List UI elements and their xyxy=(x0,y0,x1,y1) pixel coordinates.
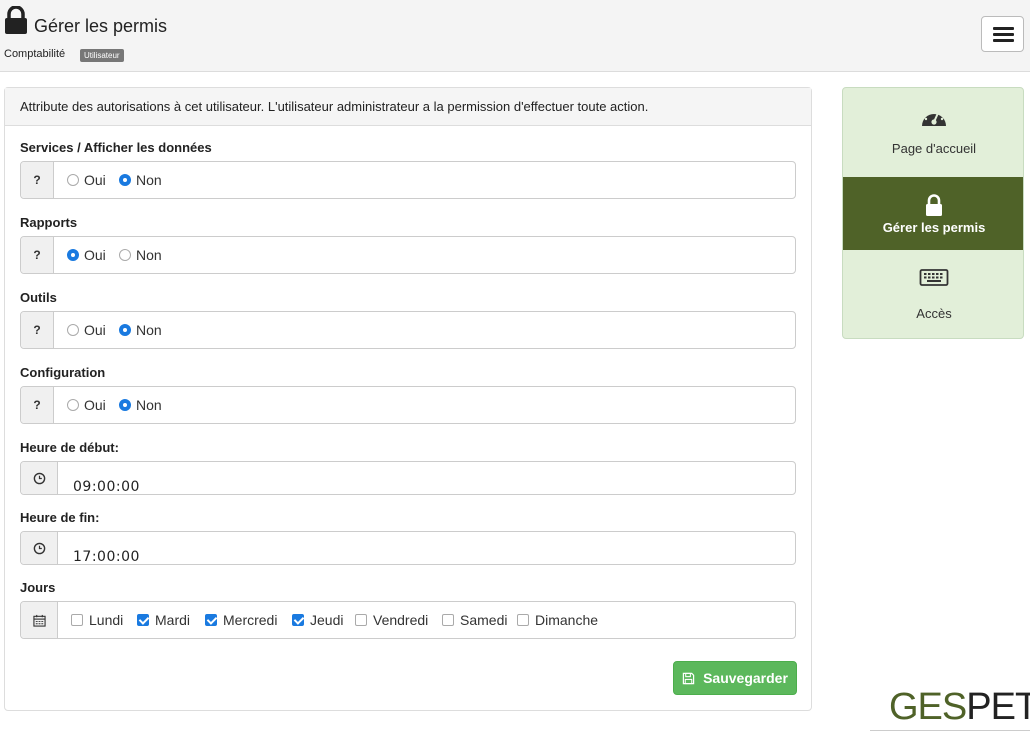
sidebar-item-label: Accès xyxy=(916,306,952,321)
help-icon[interactable]: ? xyxy=(21,237,54,273)
day-label: Dimanche xyxy=(535,612,599,628)
permission-label-outils: Outils xyxy=(20,290,57,305)
page-title: Gérer les permis xyxy=(34,16,168,36)
day-label: Mardi xyxy=(155,612,191,628)
radio-label: Non xyxy=(136,397,162,413)
day-label: Vendredi xyxy=(373,612,429,628)
radio-services-oui[interactable]: Oui xyxy=(67,172,106,188)
divider xyxy=(870,730,1030,731)
start-time-label: Heure de début: xyxy=(20,440,119,455)
radio-label: Non xyxy=(136,322,162,338)
help-icon[interactable]: ? xyxy=(21,162,54,198)
days-label: Jours xyxy=(20,580,56,595)
radio-label: Oui xyxy=(84,172,106,188)
radio-services-non[interactable]: Non xyxy=(119,172,162,188)
day-checkbox-mercredi[interactable]: Mercredi xyxy=(205,612,277,628)
day-label: Jeudi xyxy=(310,612,344,628)
sidebar-item-label: Page d'accueil xyxy=(891,141,977,156)
end-time-field[interactable]: 17:00:00 xyxy=(20,531,796,565)
menu-toggle-button[interactable] xyxy=(981,16,1024,52)
day-checkbox-lundi[interactable]: Lundi xyxy=(71,612,123,628)
day-checkbox-dimanche[interactable]: Dimanche xyxy=(517,612,598,628)
permission-label-rapports: Rapports xyxy=(20,215,78,230)
sidebar-item-label: Gérer les permis xyxy=(882,220,986,235)
help-icon[interactable]: ? xyxy=(21,312,54,348)
start-time-field[interactable]: 09:00:00 xyxy=(20,461,796,495)
radio-rapports-oui[interactable]: Oui xyxy=(67,247,106,263)
day-checkbox-vendredi[interactable]: Vendredi xyxy=(355,612,428,628)
radio-configuration-oui[interactable]: Oui xyxy=(67,397,106,413)
day-checkbox-jeudi[interactable]: Jeudi xyxy=(292,612,343,628)
radio-label: Oui xyxy=(84,247,106,263)
end-time-value: 17:00:00 xyxy=(73,549,140,565)
sidebar-item-acces[interactable]: Accès xyxy=(843,250,1023,338)
sidebar-item-accueil[interactable]: Page d'accueil xyxy=(843,88,1023,177)
clock-icon xyxy=(21,462,58,494)
permission-group-services: ? Oui Non xyxy=(20,161,796,199)
lock-icon xyxy=(5,6,27,34)
save-button-label: Sauvegarder xyxy=(703,670,788,686)
permission-group-rapports: ? Oui Non xyxy=(20,236,796,274)
permission-label-services: Services / Afficher les données xyxy=(20,140,212,155)
permission-group-outils: ? Oui Non xyxy=(20,311,796,349)
brand-logo: GESPET xyxy=(889,688,1030,726)
dashboard-icon xyxy=(922,110,946,126)
end-time-label: Heure de fin: xyxy=(20,510,100,525)
permission-group-configuration: ? Oui Non xyxy=(20,386,796,424)
radio-outils-oui[interactable]: Oui xyxy=(67,322,106,338)
logo-part-1: GES xyxy=(889,686,967,728)
sidebar-item-gerer-permis[interactable]: Gérer les permis xyxy=(843,177,1023,250)
radio-label: Non xyxy=(136,247,162,263)
sidebar: Page d'accueil Gérer les permis Accès xyxy=(842,87,1024,339)
role-badge: Utilisateur xyxy=(80,49,124,62)
calendar-icon xyxy=(21,602,58,638)
day-checkbox-samedi[interactable]: Samedi xyxy=(442,612,507,628)
help-icon[interactable]: ? xyxy=(21,387,54,423)
radio-label: Oui xyxy=(84,322,106,338)
save-button[interactable]: Sauvegarder xyxy=(673,661,797,695)
lock-icon xyxy=(926,194,942,216)
radio-outils-non[interactable]: Non xyxy=(119,322,162,338)
clock-icon xyxy=(21,532,58,564)
day-label: Mercredi xyxy=(223,612,278,628)
radio-configuration-non[interactable]: Non xyxy=(119,397,162,413)
radio-rapports-non[interactable]: Non xyxy=(119,247,162,263)
day-label: Samedi xyxy=(460,612,508,628)
day-checkbox-mardi[interactable]: Mardi xyxy=(137,612,190,628)
page-header: Gérer les permis Comptabilité Utilisateu… xyxy=(0,0,1030,72)
hamburger-icon xyxy=(993,27,1014,30)
hamburger-icon-bar xyxy=(993,39,1014,42)
days-group: Lundi Mardi Mercredi Jeudi Vendredi Same… xyxy=(20,601,796,639)
floppy-disk-icon xyxy=(682,672,695,684)
panel-description: Attribute des autorisations à cet utilis… xyxy=(5,88,811,126)
keyboard-icon xyxy=(919,269,949,286)
hamburger-icon-bar xyxy=(993,33,1014,36)
day-label: Lundi xyxy=(89,612,124,628)
radio-label: Non xyxy=(136,172,162,188)
permission-label-configuration: Configuration xyxy=(20,365,106,380)
start-time-value: 09:00:00 xyxy=(73,479,140,495)
radio-label: Oui xyxy=(84,397,106,413)
logo-part-2: PET xyxy=(966,686,1030,728)
breadcrumb[interactable]: Comptabilité xyxy=(4,48,65,60)
